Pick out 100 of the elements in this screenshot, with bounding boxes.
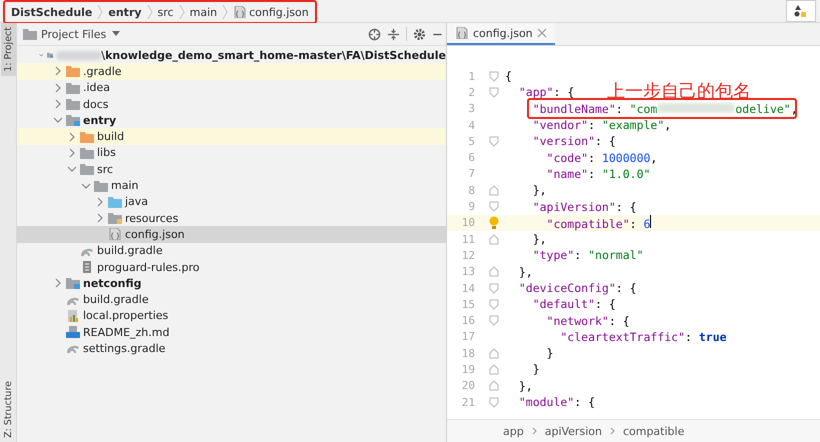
code-line: "module": {: [518, 395, 596, 410]
properties-file-icon: [66, 310, 80, 322]
code-line: "default": {: [532, 297, 616, 312]
chevron-icon: [97, 5, 104, 19]
chevron-right-icon: [67, 132, 77, 142]
side-tab[interactable]: Z: Structure: [0, 377, 16, 442]
module-folder-icon: [66, 277, 80, 290]
line-number: 20: [460, 379, 475, 392]
tree-item[interactable]: local.properties: [17, 308, 446, 324]
code-line: "app": {: [518, 85, 574, 100]
code-line: "compatible": 6: [546, 214, 652, 231]
crosshair-icon[interactable]: [368, 28, 381, 40]
tree-item[interactable]: src: [17, 161, 446, 178]
settings-icon[interactable]: [413, 28, 426, 40]
tree-item[interactable]: .gradle: [17, 63, 446, 80]
chevron-right-icon: [95, 213, 105, 224]
line-number: 18: [460, 346, 475, 360]
json-file-icon: [455, 27, 469, 39]
json-file-icon: [233, 6, 248, 18]
folder-icon: [108, 196, 122, 208]
caret-icon[interactable]: [112, 31, 120, 37]
code-line: },: [518, 264, 533, 279]
code-line: "network": {: [546, 314, 630, 328]
breadcrumb-item[interactable]: compatible: [622, 424, 684, 438]
code-line: "version": {: [532, 134, 616, 148]
chevron-right-icon: [53, 82, 63, 93]
file-icon: [80, 261, 94, 273]
tree-item[interactable]: build.gradle: [17, 242, 446, 259]
line-number: 19: [460, 362, 475, 376]
chevron-down-icon: [53, 115, 63, 126]
tree-item[interactable]: config.json: [17, 226, 446, 243]
chevron-icon: [532, 427, 537, 435]
line-number: 2: [467, 86, 475, 99]
code-line: }: [532, 362, 540, 376]
code-line: }: [546, 346, 554, 360]
folder-icon: [94, 180, 108, 192]
view-selector[interactable]: Project Files: [41, 28, 106, 40]
line-number: 4: [467, 118, 475, 132]
line-number: 16: [460, 314, 475, 328]
tree-item[interactable]: resources: [17, 210, 446, 226]
code-line: "code": 1000000,: [546, 150, 658, 165]
tree-item[interactable]: java: [17, 194, 446, 210]
chevron-icon: [146, 5, 153, 19]
code-line: "vendor": "example",: [532, 118, 672, 132]
line-number: 8: [467, 184, 475, 197]
chevron-down-icon: [81, 180, 91, 191]
code-line: "bundleName": "com odelive",: [532, 102, 798, 116]
line-number: 11: [460, 232, 475, 246]
tree-item[interactable]: settings.gradle: [17, 340, 446, 357]
breadcrumb-item[interactable]: app: [503, 424, 524, 438]
code-line: },: [532, 232, 547, 246]
line-number: 7: [467, 167, 475, 180]
line-number: 6: [467, 151, 475, 164]
tree-item[interactable]: libs: [17, 144, 446, 162]
tree-item[interactable]: README_zh.md: [17, 324, 446, 340]
side-tab[interactable]: 1: Project: [0, 23, 16, 76]
code-line: "cleartextTraffic": true: [559, 330, 727, 344]
folder-icon: [66, 98, 80, 110]
editor-tab[interactable]: config.json: [447, 23, 555, 45]
breadcrumb-item[interactable]: config.json: [249, 6, 309, 18]
tree-item[interactable]: entry: [17, 112, 446, 128]
breadcrumb-item[interactable]: apiVersion: [544, 424, 602, 438]
chevron-right-icon: [53, 66, 63, 76]
line-number: 10: [460, 216, 475, 230]
chevron-right-icon: [53, 99, 63, 110]
line-number: 13: [460, 265, 475, 278]
shapes-icon[interactable]: [786, 0, 816, 22]
chevron-down-icon: [67, 164, 77, 174]
tree-item[interactable]: build.gradle: [17, 291, 446, 308]
module-folder-icon: [66, 114, 80, 126]
breadcrumb-item[interactable]: entry: [108, 6, 142, 18]
tree-item[interactable]: proguard-rules.pro: [17, 258, 446, 276]
chevron-icon: [222, 5, 228, 19]
code-line: },: [518, 378, 533, 393]
folder-icon: [66, 65, 80, 78]
code-line: "type": "normal": [532, 248, 644, 262]
breadcrumb-item[interactable]: src: [158, 6, 174, 18]
tree-item[interactable]: .idea: [17, 80, 446, 96]
folder-icon: [80, 163, 94, 176]
breadcrumb-item[interactable]: DistSchedule: [11, 6, 92, 18]
folder-icon: [23, 28, 37, 40]
tree-item[interactable]: docs: [17, 96, 446, 112]
code-line: "name": "1.0.0": [546, 166, 650, 181]
close-icon: [536, 28, 547, 38]
collapse-icon[interactable]: [387, 28, 400, 40]
resource-folder-icon: [108, 212, 122, 224]
line-number: 5: [467, 134, 475, 148]
tree-item[interactable]: netconfig: [17, 275, 446, 292]
tree-item[interactable]: build: [17, 128, 446, 145]
line-number: 15: [460, 298, 475, 311]
breadcrumb-item[interactable]: main: [190, 6, 218, 18]
tree-item[interactable]: \knowledge_demo_smart_home-master\FA\DistSchedule: [17, 47, 446, 64]
tree-item[interactable]: main: [17, 177, 446, 194]
chevron-icon: [178, 5, 185, 19]
line-number: 3: [467, 102, 475, 116]
line-number: 14: [460, 282, 475, 294]
code-line: "deviceConfig": {: [518, 281, 637, 295]
chevron-right-icon: [95, 196, 105, 207]
folder-icon: [80, 130, 94, 143]
chevron-right-icon: [67, 148, 77, 158]
